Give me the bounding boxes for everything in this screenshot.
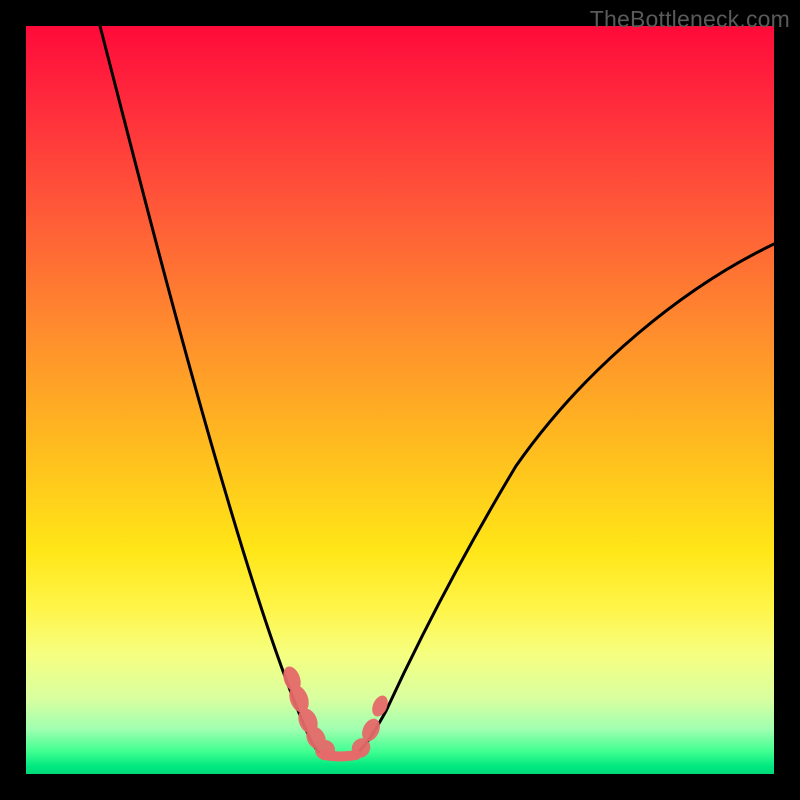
left-marker-group <box>280 664 339 764</box>
plot-area <box>26 26 774 774</box>
curve-svg <box>26 26 774 774</box>
chart-frame: TheBottleneck.com <box>0 0 800 800</box>
right-marker-group <box>348 693 391 761</box>
watermark-label: TheBottleneck.com <box>590 6 790 33</box>
right-curve <box>354 244 774 756</box>
left-curve <box>100 26 326 756</box>
